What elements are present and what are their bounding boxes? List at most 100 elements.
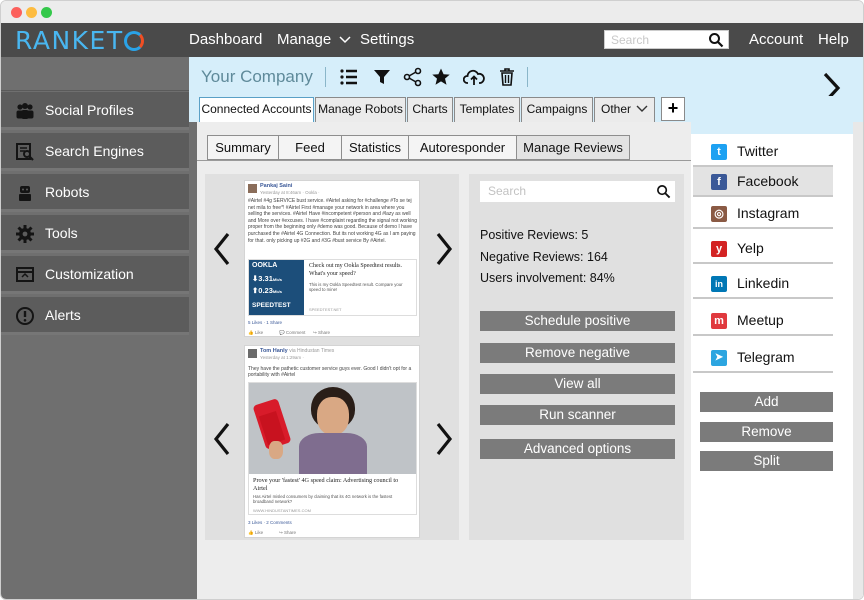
view-all-button[interactable]: View all [480, 374, 675, 394]
sidebar-item-tools[interactable]: Tools [1, 215, 189, 253]
subtab-autoresponder[interactable]: Autoresponder [408, 135, 517, 160]
subtab-summary[interactable]: Summary [207, 135, 279, 160]
sidebar-item-search-engines[interactable]: Search Engines [1, 133, 189, 171]
alert-icon [16, 307, 34, 325]
sidebar-item-label: Social Profiles [45, 102, 134, 118]
social-item-telegram[interactable]: ➤ Telegram [693, 343, 833, 373]
search-input[interactable]: Search [604, 30, 729, 49]
sidebar-item-label: Robots [45, 184, 90, 200]
social-panel-edge [853, 122, 863, 599]
like-action[interactable]: 👍 Like [248, 529, 263, 536]
sidebar-item-robots[interactable]: Robots [1, 174, 189, 212]
company-toolbar: Your Company [189, 57, 863, 104]
add-tab-button[interactable]: + [661, 97, 685, 121]
speedtest-image: OOKLA ⬇3.31Mb/s ⬆0.23Mb/s SPEEDTEST [249, 260, 304, 315]
subtab-manage-reviews[interactable]: Manage Reviews [516, 135, 630, 160]
remove-negative-button[interactable]: Remove negative [480, 343, 675, 363]
ranketo-logo[interactable]: RANKET [15, 26, 144, 55]
news-url: WWW.HINDUSTANTIMES.COM [253, 508, 311, 513]
tab-manage-robots[interactable]: Manage Robots [315, 97, 406, 122]
download-speed: ⬇3.31Mb/s [252, 274, 302, 283]
main-left-gutter [189, 122, 197, 599]
sidebar-item-alerts[interactable]: Alerts [1, 297, 189, 335]
nav-help[interactable]: Help [818, 31, 849, 48]
filter-icon[interactable] [372, 67, 392, 87]
post-stats[interactable]: 5 Likes · 1 Share [248, 319, 282, 326]
feed-post[interactable]: Tom Hanly via Hindustan Times Yesterday … [244, 345, 420, 538]
previous-post-arrow-icon[interactable] [211, 231, 233, 267]
upload-icon[interactable] [463, 67, 485, 87]
telegram-icon: ➤ [711, 350, 727, 366]
tab-connected-accounts[interactable]: Connected Accounts [199, 97, 314, 123]
share-action[interactable]: ↪ Share [313, 329, 330, 336]
share-icon[interactable] [403, 67, 423, 87]
sidebar-item-social-profiles[interactable]: Social Profiles [1, 92, 189, 130]
close-window-button[interactable] [11, 7, 22, 18]
share-action[interactable]: ↪ Share [279, 529, 296, 536]
search-engine-icon [16, 143, 34, 161]
share-label: Share [318, 330, 331, 335]
reviews-search-input[interactable]: Search [480, 181, 675, 202]
subtab-feed[interactable]: Feed [278, 135, 342, 160]
next-post-arrow-icon[interactable] [433, 421, 455, 457]
next-post-arrow-icon[interactable] [433, 231, 455, 267]
post-text: #Airtel #4g SERVICE bust service. #Airte… [248, 198, 417, 244]
customize-icon [16, 267, 34, 282]
like-action[interactable]: 👍 Like [248, 329, 263, 336]
nav-manage[interactable]: Manage [277, 31, 351, 48]
social-item-linkedin[interactable]: in Linkedin [693, 269, 833, 299]
split-account-button[interactable]: Split [700, 451, 833, 471]
news-headline: Prove your 'fastest' 4G speed claim: Adv… [253, 477, 399, 492]
remove-account-button[interactable]: Remove [700, 422, 833, 442]
chevron-down-icon [636, 105, 648, 112]
tab-campaigns[interactable]: Campaigns [521, 97, 593, 122]
search-icon[interactable] [656, 184, 671, 199]
link-preview[interactable]: Prove your 'fastest' 4G speed claim: Adv… [248, 382, 417, 515]
maximize-window-button[interactable] [41, 7, 52, 18]
sidebar-item-customization[interactable]: Customization [1, 256, 189, 294]
subtab-divider [197, 160, 691, 161]
positive-reviews-count: Positive Reviews: 5 [480, 228, 589, 242]
minimize-window-button[interactable] [26, 7, 37, 18]
like-label: Like [254, 330, 264, 335]
logo-o-ring [123, 31, 144, 51]
company-name[interactable]: Your Company [201, 67, 313, 87]
users-involvement: Users involvement: 84% [480, 271, 615, 285]
search-icon[interactable] [708, 32, 724, 48]
link-preview[interactable]: OOKLA ⬇3.31Mb/s ⬆0.23Mb/s SPEEDTEST Chec… [248, 259, 417, 316]
subtab-statistics[interactable]: Statistics [341, 135, 409, 160]
advanced-options-button[interactable]: Advanced options [480, 439, 675, 459]
reviews-search-placeholder: Search [488, 184, 527, 198]
social-item-twitter[interactable]: t Twitter [693, 137, 833, 167]
tab-bar: Connected Accounts Manage Robots Charts … [189, 96, 863, 123]
post-stats[interactable]: 3 Likes · 2 Comments [248, 519, 292, 526]
social-item-label: Meetup [737, 312, 784, 328]
run-scanner-button[interactable]: Run scanner [480, 405, 675, 425]
comment-action[interactable]: 💬 Comment [279, 329, 305, 336]
add-account-button[interactable]: Add [700, 392, 833, 412]
toolbar-divider [325, 67, 326, 87]
tab-templates[interactable]: Templates [454, 97, 520, 122]
upload-unit: Mb/s [272, 289, 283, 294]
social-item-instagram[interactable]: ◎ Instagram [693, 199, 833, 229]
social-item-facebook[interactable]: f Facebook [693, 167, 833, 197]
sidebar-item-label: Customization [45, 266, 134, 282]
social-item-label: Telegram [737, 349, 795, 365]
feed-post[interactable]: Pankaj Saini Yesterday at 8:46am · Ookla… [244, 180, 420, 337]
nav-dashboard[interactable]: Dashboard [189, 31, 262, 48]
news-description: Has Airtel misled consumers by claiming … [253, 494, 393, 505]
social-item-meetup[interactable]: m Meetup [693, 306, 833, 336]
nav-settings[interactable]: Settings [360, 31, 414, 48]
social-panel-top [691, 122, 863, 134]
nav-account[interactable]: Account [749, 31, 803, 48]
post-meta: Yesterday at 1:29am · [260, 355, 304, 360]
sidebar-item-label: Search Engines [45, 143, 144, 159]
star-icon[interactable] [431, 67, 451, 87]
social-item-yelp[interactable]: y Yelp [693, 234, 833, 264]
trash-icon[interactable] [497, 67, 517, 87]
schedule-positive-button[interactable]: Schedule positive [480, 311, 675, 331]
tab-other[interactable]: Other [594, 97, 655, 122]
tab-charts[interactable]: Charts [407, 97, 453, 122]
list-icon[interactable] [339, 67, 359, 87]
previous-post-arrow-icon[interactable] [211, 421, 233, 457]
